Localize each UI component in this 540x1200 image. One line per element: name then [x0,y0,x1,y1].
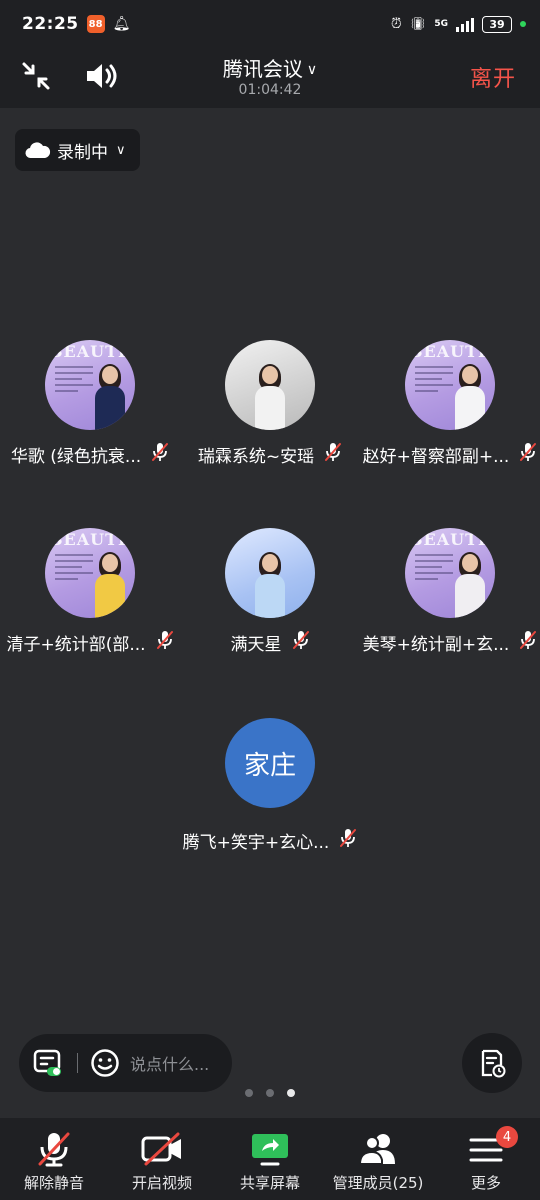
participant-name: 瑞霖系统~安瑶 [197,447,315,467]
meeting-header: 腾讯会议 ∨ 01:04:42 离开 [0,48,540,108]
avatar-text-lines [415,366,453,396]
divider [77,1053,78,1073]
participant-name: 满天星 [230,635,282,655]
chat-bar[interactable]: 说点什么... [19,1034,232,1092]
avatar: 家庄 [225,718,315,808]
share-screen-button[interactable]: 共享屏幕 [216,1118,324,1200]
microphone-muted-icon [156,630,174,655]
participant-name-row: 清子+统计部(部... [0,630,180,655]
unmute-label: 解除静音 [23,1174,84,1192]
app-notification-icon: 88 [86,15,105,33]
caption-toggle-icon[interactable] [33,1048,63,1078]
participant-name-row: 美琴+统计副+玄... [360,630,540,655]
battery-icon: 39 [482,15,512,33]
participant-tile[interactable]: 满天星 [180,528,360,668]
avatar: BEAUTIF [45,340,135,430]
bell-icon: 🔔︎ [112,16,131,32]
avatar-text: 家庄 [243,750,296,781]
video-off-icon [141,1132,181,1166]
participant-tile[interactable]: BEAUTIF 美琴+统计副+玄... [360,528,540,668]
status-time: 22:25 [22,14,79,34]
avatar: BEAUTIF [45,528,135,618]
page-dot[interactable] [245,1089,253,1097]
microphone-off-icon [38,1132,70,1167]
recording-status-button[interactable]: 录制中 ∨ [15,129,140,171]
cloud-icon [25,142,51,159]
participant-name-row: 赵好+督察部副+... [360,442,540,467]
mic-in-use-dot [520,21,526,27]
members-icon [358,1134,395,1165]
start-video-label: 开启视频 [131,1174,192,1192]
meeting-title[interactable]: 腾讯会议 ∨ [0,53,540,82]
avatar-portrait [451,364,489,430]
page-dot-active[interactable] [287,1089,295,1097]
avatar: BEAUTIF [405,340,495,430]
notes-icon [481,1049,506,1078]
more-label: 更多 [470,1174,501,1192]
avatar [225,528,315,618]
avatar-portrait [91,364,129,430]
avatar-portrait [451,552,489,618]
microphone-muted-icon [519,630,537,655]
more-button[interactable]: 4 更多 [432,1118,540,1200]
participant-name-row: 腾飞+笑宇+玄心... [180,828,360,853]
participant-name: 腾飞+笑宇+玄心... [182,833,330,853]
avatar-portrait [251,364,289,430]
avatar-watermark: BEAUTIF [49,530,135,549]
alarm-icon: ⏰︎ [390,16,402,32]
participant-name-row: 瑞霖系统~安瑶 [180,442,360,467]
status-bar: 22:25 88 🔔︎ ⏰︎ 📳︎ 5G 39 [0,0,540,48]
participant-tile[interactable]: 瑞霖系统~安瑶 [180,340,360,480]
avatar: BEAUTIF [405,528,495,618]
manage-members-label: 管理成员(25) [332,1174,424,1192]
page-indicator [0,1089,540,1097]
participant-tile[interactable]: 家庄腾飞+笑宇+玄心... [180,718,360,858]
avatar-watermark: BEAUTIF [49,342,135,361]
participant-tile[interactable]: BEAUTIF 赵好+督察部副+... [360,340,540,480]
share-screen-label: 共享屏幕 [239,1174,300,1192]
start-video-button[interactable]: 开启视频 [108,1118,216,1200]
network-type: 5G [434,18,448,29]
bottom-toolbar: 解除静音 开启视频 共享屏幕 管理成员(25) 4 更多 [0,1118,540,1200]
participant-tile[interactable]: BEAUTIF 华歌 (绿色抗衰... [0,340,180,480]
meeting-notes-button[interactable] [462,1033,522,1093]
chat-input[interactable]: 说点什么... [130,1051,209,1075]
participant-name: 美琴+统计副+玄... [362,635,510,655]
microphone-muted-icon [324,442,342,467]
meeting-title-text: 腾讯会议 [222,57,303,81]
recording-label: 录制中 [57,142,108,163]
avatar-portrait [91,552,129,618]
chevron-down-icon: ∨ [306,62,318,78]
notification-badge: 4 [496,1126,518,1148]
avatar-watermark: BEAUTIF [409,342,495,361]
manage-members-button[interactable]: 管理成员(25) [324,1118,432,1200]
share-screen-icon [252,1134,288,1166]
avatar-portrait [251,552,289,618]
microphone-muted-icon [151,442,169,467]
participant-name: 华歌 (绿色抗衰... [10,447,142,467]
participant-name-row: 满天星 [180,630,360,655]
vibrate-icon: 📳︎ [409,16,427,32]
participant-tile[interactable]: BEAUTIF 清子+统计部(部... [0,528,180,668]
avatar-text-lines [55,366,93,396]
unmute-button[interactable]: 解除静音 [0,1118,108,1200]
participant-name: 赵好+督察部副+... [362,447,510,467]
page-dot[interactable] [266,1089,274,1097]
participant-name-row: 华歌 (绿色抗衰... [0,442,180,467]
leave-button[interactable]: 离开 [470,61,516,93]
avatar-text-lines [415,554,453,584]
meeting-timer: 01:04:42 [238,82,302,98]
avatar-watermark: BEAUTIF [409,530,495,549]
microphone-muted-icon [339,828,357,853]
avatar [225,340,315,430]
participant-name: 清子+统计部(部... [6,635,146,655]
microphone-muted-icon [292,630,310,655]
chevron-down-icon: ∨ [116,142,126,158]
signal-icon [456,16,474,32]
microphone-muted-icon [519,442,537,467]
avatar-text-lines [55,554,93,584]
emoji-icon[interactable] [90,1048,120,1078]
